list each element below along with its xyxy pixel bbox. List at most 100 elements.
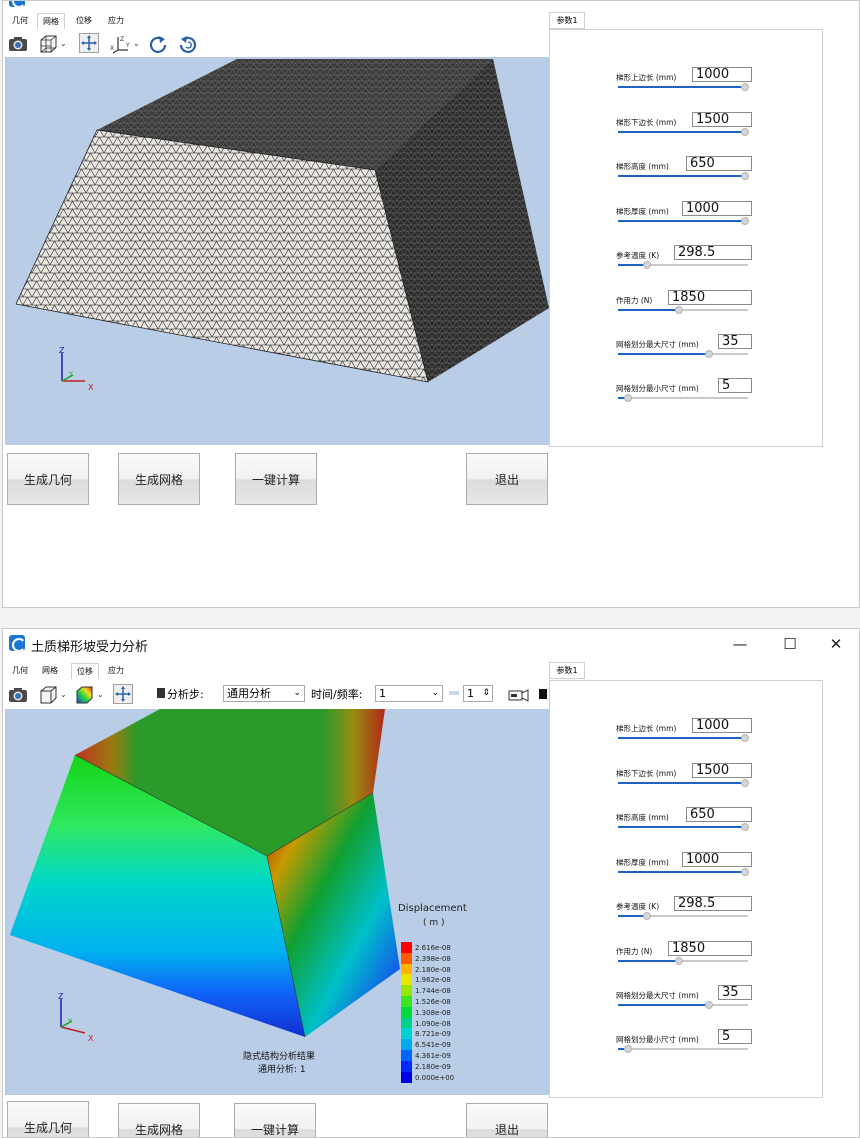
param-tab[interactable]: 参数1 <box>549 662 585 679</box>
param-input[interactable]: 298.5 <box>674 245 752 260</box>
slider-fill <box>618 782 746 784</box>
slider-handle[interactable] <box>741 128 750 136</box>
param-input[interactable]: 1000 <box>692 67 752 82</box>
param-input[interactable]: 35 <box>718 985 752 1000</box>
generate-geometry-button[interactable]: 生成几何 <box>7 453 89 505</box>
param-slider[interactable] <box>618 779 750 787</box>
contour-icon[interactable] <box>73 684 93 704</box>
slider-handle[interactable] <box>741 172 750 180</box>
param-input[interactable]: 1000 <box>692 718 752 733</box>
step-select[interactable]: 通用分析 ⌄ <box>223 685 305 702</box>
param-input[interactable]: 35 <box>718 334 752 349</box>
param-slider[interactable] <box>618 83 750 91</box>
slider-handle[interactable] <box>741 734 750 742</box>
chevron-down-icon[interactable]: ⌄ <box>60 690 67 699</box>
mesh-viewport[interactable]: Z X Y <box>5 57 549 445</box>
slider-handle[interactable] <box>624 394 633 402</box>
slider-icon[interactable] <box>449 691 459 695</box>
time-select[interactable]: 1 ⌄ <box>375 685 443 702</box>
param-input[interactable]: 298.5 <box>674 896 752 911</box>
param-input[interactable]: 1500 <box>692 112 752 127</box>
menu-displacement[interactable]: 位移 <box>71 663 99 679</box>
slider-handle[interactable] <box>705 1001 713 1009</box>
play-icon[interactable] <box>539 689 547 699</box>
param-input[interactable]: 650 <box>686 156 752 171</box>
menu-mesh[interactable]: 网格 <box>37 663 63 679</box>
generate-geometry-button[interactable]: 生成几何 <box>7 1101 89 1137</box>
param-input[interactable]: 650 <box>686 807 752 822</box>
param-slider[interactable] <box>618 823 750 831</box>
pan-icon[interactable] <box>79 33 99 53</box>
mesh-view-icon[interactable] <box>37 33 57 53</box>
menu-stress[interactable]: 应力 <box>103 663 129 679</box>
menu-geometry[interactable]: 几何 <box>7 13 33 29</box>
minimize-button[interactable]: — <box>717 632 763 656</box>
param-slider[interactable] <box>618 957 748 965</box>
generate-mesh-button[interactable]: 生成网格 <box>118 1103 200 1137</box>
chevron-down-icon[interactable]: ⌄ <box>97 690 104 699</box>
param-row: 作用力 (N) 1850 <box>616 290 752 326</box>
param-input[interactable]: 1850 <box>668 941 752 956</box>
param-slider[interactable] <box>618 912 748 920</box>
param-slider[interactable] <box>618 1045 748 1053</box>
param-input[interactable]: 1850 <box>668 290 752 305</box>
menu-mesh[interactable]: 网格 <box>37 13 65 29</box>
video-icon[interactable] <box>507 684 529 704</box>
chevron-down-icon[interactable]: ⌄ <box>60 39 67 48</box>
exit-button[interactable]: 退出 <box>466 453 548 505</box>
param-slider[interactable] <box>618 868 750 876</box>
param-input[interactable]: 1000 <box>682 852 752 867</box>
slider-handle[interactable] <box>741 779 750 787</box>
camera-icon[interactable] <box>7 684 27 704</box>
param-input[interactable]: 5 <box>718 378 752 393</box>
param-slider[interactable] <box>618 261 748 269</box>
slider-handle[interactable] <box>642 261 651 269</box>
result-viewport[interactable]: Displacement ( m ) 隐式结构分析结果 通用分析: 1 Z X … <box>5 709 549 1095</box>
chevron-down-icon[interactable]: ⌄ <box>133 39 140 48</box>
legend-value: 2.180e-09 <box>415 1062 451 1071</box>
slider-handle[interactable] <box>624 1045 633 1053</box>
slider-handle[interactable] <box>741 823 750 831</box>
slider-handle[interactable] <box>705 350 713 358</box>
param-row: 参考温度 (K) 298.5 <box>616 896 752 932</box>
compute-button[interactable]: 一键计算 <box>235 453 317 505</box>
param-slider[interactable] <box>618 394 748 402</box>
rotate-cw-icon[interactable] <box>147 33 167 53</box>
generate-mesh-button[interactable]: 生成网格 <box>118 453 200 505</box>
slider-handle[interactable] <box>675 306 684 314</box>
menu-geometry[interactable]: 几何 <box>7 663 33 679</box>
compute-button[interactable]: 一键计算 <box>234 1103 316 1137</box>
param-input[interactable]: 5 <box>718 1029 752 1044</box>
app-icon <box>9 635 26 652</box>
param-slider[interactable] <box>618 350 748 358</box>
slider-handle[interactable] <box>741 868 750 876</box>
close-button[interactable]: ✕ <box>813 632 859 656</box>
pan-icon[interactable] <box>113 684 133 704</box>
param-slider[interactable] <box>618 217 750 225</box>
menu-stress[interactable]: 应力 <box>103 13 129 29</box>
slider-handle[interactable] <box>675 957 684 965</box>
exit-button[interactable]: 退出 <box>466 1103 548 1137</box>
frame-spinner[interactable]: 1 ⇕ <box>463 685 493 702</box>
menu-displacement[interactable]: 位移 <box>71 13 97 29</box>
rotate-ccw-icon[interactable] <box>177 33 197 53</box>
slider-fill <box>618 826 746 828</box>
param-slider[interactable] <box>618 734 750 742</box>
param-slider[interactable] <box>618 1001 748 1009</box>
mesh-model: Z X Y <box>15 59 549 392</box>
axis-y-label: Y <box>68 371 73 378</box>
param-slider[interactable] <box>618 306 748 314</box>
maximize-button[interactable]: ☐ <box>767 632 813 656</box>
param-slider[interactable] <box>618 172 750 180</box>
slider-handle[interactable] <box>741 83 750 91</box>
param-tab[interactable]: 参数1 <box>549 12 585 29</box>
slider-handle[interactable] <box>741 217 750 225</box>
axes-icon[interactable]: ZY X <box>109 33 130 54</box>
param-slider[interactable] <box>618 128 750 136</box>
slider-handle[interactable] <box>642 912 651 920</box>
param-input[interactable]: 1500 <box>692 763 752 778</box>
solid-view-icon[interactable] <box>37 684 57 704</box>
axis-z-label: Z <box>59 346 65 355</box>
camera-icon[interactable] <box>7 33 27 53</box>
param-input[interactable]: 1000 <box>682 201 752 216</box>
